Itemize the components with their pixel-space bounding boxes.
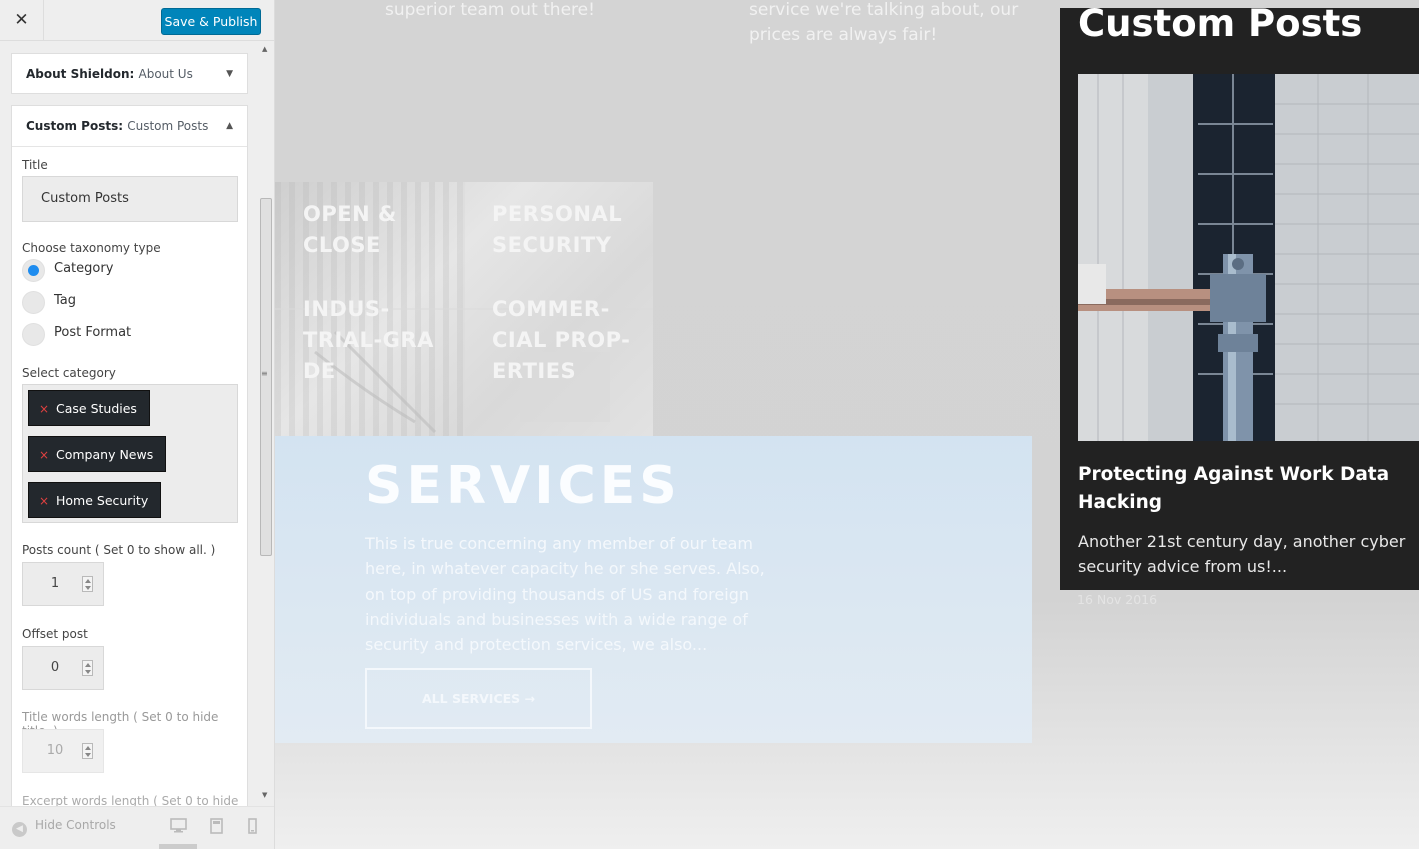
radio-tag-label: Tag [54,293,77,308]
grid-title-personal-security[interactable]: PERSONAL SECURITY [492,199,642,261]
offset-value: 0 [50,660,60,675]
widget-title: Custom Posts [1078,2,1363,45]
title-input[interactable]: Custom Posts [22,176,238,222]
stepper-icon[interactable] [82,743,93,759]
section-about-shieldon[interactable]: About Shieldon: About Us ▼ [11,53,248,94]
mobile-preview-icon[interactable] [248,818,257,838]
post-thumbnail-image[interactable] [1078,74,1419,441]
category-chip: × Case Studies [28,390,150,426]
sidebar-footer: ◀ Hide Controls [0,806,274,849]
select-category-label: Select category [22,366,116,380]
radio-button[interactable] [22,323,45,346]
save-publish-button[interactable]: Save & Publish [161,8,261,35]
custom-posts-widget: Custom Posts Protecting Against Work Dat… [1060,2,1419,590]
taxonomy-label: Choose taxonomy type [22,241,161,255]
section-custom-bold: Custom Posts: [26,119,124,133]
radio-category-label: Category [54,261,114,276]
posts-count-input[interactable]: 1 [22,562,104,606]
offset-label: Offset post [22,627,88,641]
desktop-preview-icon[interactable] [170,818,187,837]
scroll-down-icon[interactable]: ▼ [262,791,267,799]
post-excerpt: Another 21st century day, another cyber … [1078,532,1406,576]
services-section: SERVICES This is true concerning any mem… [275,436,1032,743]
category-multiselect[interactable]: × Case Studies × Company News × Home Sec… [22,384,238,523]
remove-chip-icon[interactable]: × [39,483,49,519]
section-about-light: About Us [138,67,193,81]
section-custom-posts: Custom Posts: Custom Posts ▲ Title Custo… [11,105,248,849]
category-chip: × Company News [28,436,167,473]
all-services-button[interactable]: ALL SERVICES → [365,668,592,729]
close-icon: ✕ [14,10,29,30]
collapse-icon: ◀ [12,822,27,837]
chevron-down-icon: ▼ [226,69,233,79]
chip-label: Case Studies [56,401,137,416]
tablet-preview-icon[interactable] [210,818,223,838]
close-customizer-button[interactable]: ✕ [0,0,44,41]
radio-button-checked[interactable] [22,259,45,282]
grid-title-commercial-properties[interactable]: COMMER-CIAL PROP-ERTIES [492,294,642,387]
category-chip: × Home Security [28,482,162,519]
post-title-link[interactable]: Protecting Against Work Data Hacking [1078,461,1408,517]
chevron-up-icon: ▲ [226,121,233,131]
scroll-up-icon[interactable]: ▲ [262,45,267,53]
posts-count-value: 1 [50,576,60,591]
grip-icon: ≡ [261,369,268,378]
chip-label: Company News [56,447,154,462]
hide-controls-label: Hide Controls [35,818,116,832]
title-label: Title [22,158,48,172]
services-description: This is true concerning any member of ou… [365,534,765,655]
radio-button[interactable] [22,291,45,314]
remove-chip-icon[interactable]: × [39,437,49,473]
title-words-input[interactable]: 10 [22,729,104,773]
grid-title-industrial-grade[interactable]: INDUS-TRIAL-GRA DE [303,294,453,387]
services-title: SERVICES [365,456,681,516]
customizer-sidebar: ✕ Save & Publish About Shieldon: About U… [0,0,275,849]
hero-text-left: superior team out there! [385,0,595,20]
sidebar-header: ✕ Save & Publish [0,0,274,41]
sidebar-scrollbar[interactable]: ▲ ≡ ▼ [259,43,273,805]
section-custom-light: Custom Posts [127,119,209,133]
stepper-icon[interactable] [82,660,93,676]
active-device-indicator [159,844,197,849]
hide-controls-button[interactable]: ◀ Hide Controls [12,818,116,837]
services-image-grid: OPEN & CLOSE PERSONAL SECURITY INDUS-TRI… [275,182,653,436]
radio-post-format-label: Post Format [54,325,132,340]
remove-chip-icon[interactable]: × [39,391,49,427]
offset-input[interactable]: 0 [22,646,104,690]
section-about-bold: About Shieldon: [26,67,135,81]
post-date: 16 Nov 2016 [1077,592,1158,607]
posts-count-label: Posts count ( Set 0 to show all. ) [22,543,216,557]
section-about-title: About Shieldon: About Us [12,54,247,94]
chip-label: Home Security [56,493,149,508]
section-custom-title[interactable]: Custom Posts: Custom Posts ▲ [12,106,247,147]
stepper-icon[interactable] [82,576,93,592]
site-preview: superior team out there! service we're t… [275,0,1419,849]
grid-title-open-close[interactable]: OPEN & CLOSE [303,199,413,261]
hero-text-right: service we're talking about, our prices … [749,0,1019,45]
title-words-value: 10 [46,743,64,758]
